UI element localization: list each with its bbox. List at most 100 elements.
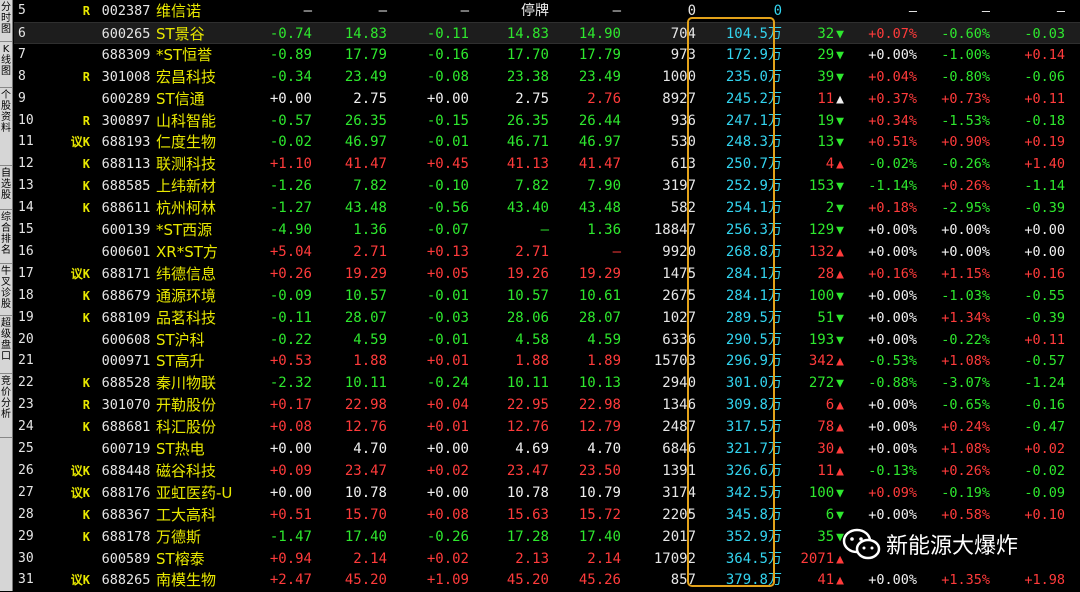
current-volume-value: 78 (817, 419, 835, 436)
turnover: -1.00% (941, 46, 990, 63)
speed: +0.00% (868, 287, 917, 304)
bid-price: 26.35 (506, 112, 549, 129)
change-amount: -0.01 (426, 287, 469, 304)
market-tag (50, 241, 90, 263)
table-row[interactable]: 27 议K 688176 亚虹医药-U +0.00 10.78 +0.00 10.78 10.7… (14, 482, 1080, 504)
table-row[interactable]: 10 R 300897 山科智能 -0.57 26.35 -0.15 26.35 26.44 93… (14, 110, 1080, 132)
row-number: 7 (18, 46, 26, 62)
change-amount: +0.01 (426, 353, 469, 370)
speed: -0.02% (868, 156, 917, 173)
current-volume: 6 ▼ (784, 504, 844, 526)
turnover: -3.07% (941, 375, 990, 392)
table-row[interactable]: 20 600608 ST沪科 -0.22 4.59 -0.01 4.58 4.59 6336 29… (14, 329, 1080, 351)
table-row[interactable]: 21 000971 ST高升 +0.53 1.88 +0.01 1.88 1.89 15703 2… (14, 350, 1080, 372)
amount: 284.1万 (725, 287, 782, 304)
last-price: 23.47 (344, 462, 387, 479)
net-change: +0.10 (1024, 506, 1065, 523)
row-number: 18 (18, 287, 34, 303)
turnover: +0.00% (941, 243, 990, 260)
speed: +0.00% (868, 243, 917, 260)
ask-price: 14.90 (578, 25, 621, 42)
watermark-text: 新能源大爆炸 (886, 534, 1019, 559)
change-percent: +0.26 (269, 265, 312, 282)
current-volume-value: 6 (825, 506, 835, 523)
total-volume: 9920 (662, 243, 696, 260)
bid-price: – (540, 222, 549, 238)
turnover: +0.00% (941, 222, 990, 238)
net-change: -1.24 (1024, 375, 1065, 392)
last-price: 2.14 (353, 550, 387, 567)
turnover: +0.73% (941, 90, 990, 107)
market-tag (50, 329, 90, 351)
change-amount: -0.15 (426, 112, 469, 129)
table-row[interactable]: 18 K 688679 通源环境 -0.09 10.57 -0.01 10.57 10.61 26… (14, 285, 1080, 307)
ask-price: 2.14 (587, 550, 621, 567)
net-change: -0.55 (1024, 287, 1065, 304)
table-row[interactable]: 22 K 688528 秦川物联 -2.32 10.11 -0.24 10.11 10.13 29… (14, 372, 1080, 394)
sidebar-tab-4[interactable]: 综合排名 (0, 210, 12, 264)
current-volume: 2071 ▲ (784, 548, 844, 570)
current-volume: 2 ▼ (784, 197, 844, 219)
change-amount: -0.26 (426, 528, 469, 545)
sidebar-tab-6[interactable]: 超级盘口 (0, 316, 12, 374)
last-price: 2.75 (353, 90, 387, 107)
table-row[interactable]: 17 议K 688171 纬德信息 +0.26 19.29 +0.05 19.26 19.29 1… (14, 263, 1080, 285)
stock-code: 688585 (101, 178, 151, 195)
current-volume-value: 342 (808, 353, 835, 370)
amount: 104.5万 (725, 25, 782, 42)
ask-price: 17.79 (578, 46, 621, 63)
row-number: 13 (18, 178, 34, 194)
table-row[interactable]: 25 600719 ST热电 +0.00 4.70 +0.00 4.69 4.70 6846 32… (14, 438, 1080, 460)
turnover: +0.58% (941, 506, 990, 523)
stock-code: 688171 (101, 265, 151, 282)
table-row[interactable]: 16 600601 XR*ST方 +5.04 2.71 +0.13 2.71–9920 268… (14, 241, 1080, 263)
amount: 248.3万 (725, 134, 782, 151)
table-row[interactable]: 15 600139 *ST西源 -4.90 1.36 -0.07–1.36 18847 256… (14, 219, 1080, 241)
stock-code: 688367 (101, 506, 151, 523)
ask-price: 17.40 (578, 528, 621, 545)
bid-price: 17.28 (506, 528, 549, 545)
net-change: +0.14 (1024, 46, 1065, 63)
row-number: 16 (18, 243, 34, 259)
stock-code: 688681 (101, 419, 151, 436)
table-row[interactable]: 12 K 688113 联测科技 +1.10 41.47 +0.45 41.13 41.47 61… (14, 153, 1080, 175)
change-amount: +0.05 (426, 265, 469, 282)
market-tag: 议K (70, 266, 90, 281)
table-row[interactable]: 14 K 688611 杭州柯林 -1.27 43.48 -0.56 43.40 43.48 58… (14, 197, 1080, 219)
table-row[interactable]: 8 R 301008 宏昌科技 -0.34 23.49 -0.08 23.38 23.49 100… (14, 66, 1080, 88)
table-row[interactable]: 26 议K 688448 磁谷科技 +0.09 23.47 +0.02 23.47 23.50 1… (14, 460, 1080, 482)
row-number: 6 (18, 25, 26, 41)
table-row[interactable]: 5 R 002387 维信诺 – – – 停牌 –0 0– – – (14, 0, 1080, 22)
watermark: 新能源大爆炸 (836, 524, 1076, 566)
sidebar-tab-1[interactable]: K线图 (0, 42, 12, 88)
table-row[interactable]: 13 K 688585 上纬新材 -1.26 7.82 -0.10 7.82 7.90 3197 2… (14, 175, 1080, 197)
table-row[interactable]: 7 688309 *ST恒誉 -0.89 17.79 -0.16 17.70 17.79 973… (14, 44, 1080, 66)
table-row[interactable]: 11 议K 688193 仁度生物 -0.02 46.97 -0.01 46.71 46.97 5… (14, 131, 1080, 153)
table-row[interactable]: 9 600289 ST信通 +0.00 2.75 +0.00 2.75 2.76 8927 245… (14, 88, 1080, 110)
table-row[interactable]: 23 R 301070 开勒股份 +0.17 22.98 +0.04 22.95 22.98 13… (14, 394, 1080, 416)
table-row[interactable]: 31 议K 688265 南模生物 +2.47 45.20 +1.09 45.20 45.26 8… (14, 569, 1080, 591)
current-volume-value: 100 (808, 484, 835, 501)
sidebar-tab-5[interactable]: 牛叉诊股 (0, 264, 12, 316)
market-tag: R (82, 113, 90, 128)
table-row[interactable]: 28 K 688367 工大高科 +0.51 15.70 +0.08 15.63 15.72 22… (14, 504, 1080, 526)
table-row[interactable]: 19 K 688109 品茗科技 -0.11 28.07 -0.03 28.06 28.07 10… (14, 307, 1080, 329)
ask-price: 10.61 (578, 287, 621, 304)
sidebar-tab-7[interactable]: 竞价分析 (0, 374, 12, 438)
change-amount: -0.56 (426, 200, 469, 217)
current-volume-value: 13 (817, 134, 835, 151)
change-percent: +0.17 (269, 397, 312, 414)
sidebar-tab-2[interactable]: 个股资料 (0, 88, 12, 166)
market-tag: 议K (70, 463, 90, 478)
sidebar-tab-0[interactable]: 分时图 (0, 0, 12, 42)
table-row[interactable]: 6 600265 ST景谷 -0.74 14.83 -0.11 14.83 14.90 704 1… (14, 21, 1080, 44)
bid-price: 45.20 (506, 572, 549, 589)
change-amount: +1.09 (426, 572, 469, 589)
table-row[interactable]: 24 K 688681 科汇股份 +0.08 12.76 +0.01 12.76 12.79 24… (14, 416, 1080, 438)
sidebar-tab-3[interactable]: 自选股 (0, 166, 12, 210)
current-volume (784, 0, 844, 22)
row-number: 11 (18, 134, 34, 150)
change-amount: -0.01 (426, 331, 469, 348)
bid-price: 23.47 (506, 462, 549, 479)
total-volume: 2017 (662, 528, 696, 545)
